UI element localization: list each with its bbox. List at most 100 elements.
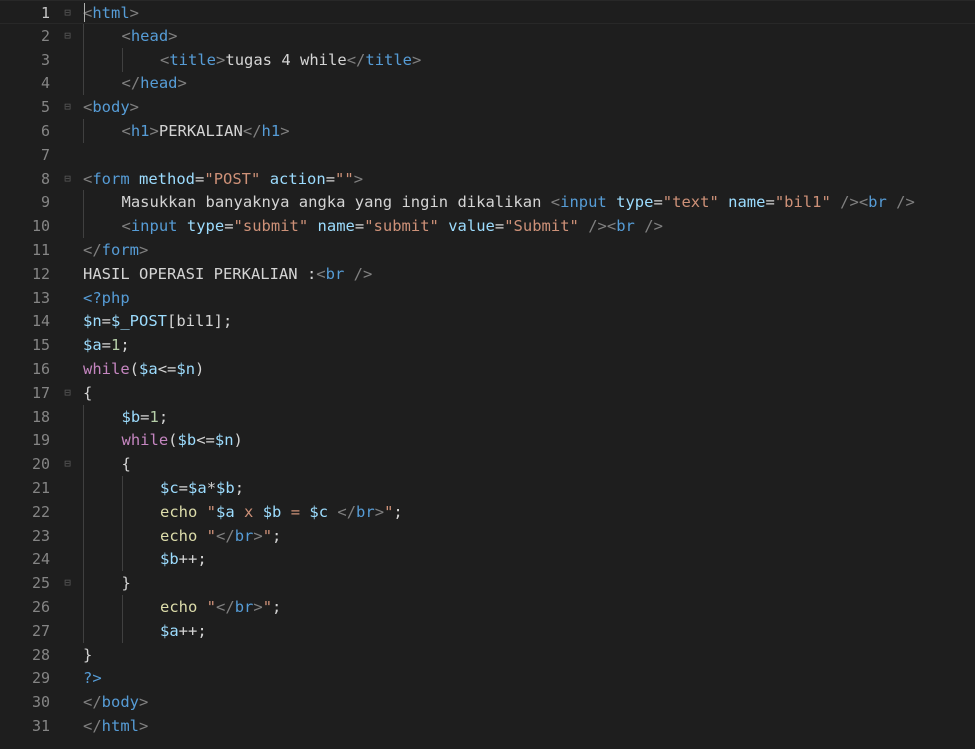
- code-editor[interactable]: 1 ⊟ <html> 2 ⊟ <head> 3 <title>tugas 4 while</t…: [0, 0, 975, 749]
- code-line[interactable]: 14 $n=$_POST[bil1];: [0, 309, 975, 333]
- code-token: ): [233, 431, 243, 450]
- code-line[interactable]: 17 ⊟ {: [0, 381, 975, 405]
- code-token: 1: [149, 407, 159, 426]
- code-line[interactable]: 25 ⊟}: [0, 571, 975, 596]
- line-number: 6: [40, 122, 50, 140]
- code-token: =: [178, 479, 189, 497]
- code-text: <html>: [83, 1, 139, 25]
- code-line[interactable]: 3 <title>tugas 4 while</title>: [0, 47, 975, 72]
- code-line[interactable]: 19 while($b<=$n): [0, 428, 975, 453]
- line-number: 20: [31, 455, 50, 474]
- fold-toggle-icon[interactable]: ⊟: [62, 95, 73, 119]
- code-token: =: [494, 217, 505, 236]
- fold-toggle-icon[interactable]: ⊟: [62, 1, 73, 25]
- code-token: =: [325, 169, 336, 188]
- code-token: title: [365, 50, 413, 69]
- code-token: </: [216, 526, 235, 545]
- code-line[interactable]: 13 <?php: [0, 286, 975, 310]
- fold-toggle-icon[interactable]: ⊟: [62, 452, 73, 476]
- indent-guide: [83, 47, 84, 72]
- code-token: ": [206, 598, 217, 616]
- code-token: </: [242, 122, 262, 140]
- line-number: 10: [31, 217, 50, 236]
- indent-guide: [121, 595, 123, 619]
- indent-guide: [83, 71, 84, 96]
- code-line[interactable]: 27 $a++;: [0, 618, 975, 643]
- code-token: >: [129, 98, 140, 117]
- code-line[interactable]: 7: [0, 143, 975, 167]
- code-line[interactable]: 30 </body>: [0, 690, 975, 714]
- code-text: $a=1;: [83, 333, 130, 357]
- code-token: (: [168, 431, 178, 450]
- code-line[interactable]: 31 </html>: [0, 714, 975, 738]
- code-line[interactable]: 11 </form>: [0, 238, 975, 262]
- code-token: {: [121, 455, 131, 474]
- code-line[interactable]: 2 ⊟ <head>: [0, 23, 975, 48]
- code-token: ;: [272, 526, 282, 545]
- code-line[interactable]: 18 $b=1;: [0, 404, 975, 429]
- fold-toggle-icon[interactable]: ⊟: [62, 571, 73, 595]
- code-line[interactable]: 23 echo "</br>";: [0, 523, 975, 548]
- line-number: 15: [31, 336, 50, 355]
- code-token: =: [195, 169, 205, 188]
- line-number: 24: [31, 550, 50, 569]
- code-line[interactable]: 24 $b++;: [0, 547, 975, 572]
- code-token: ": [206, 526, 217, 545]
- code-token: >: [177, 74, 187, 93]
- code-text: {: [83, 381, 92, 405]
- code-text: <title>tugas 4 while</title>: [160, 48, 421, 72]
- code-line[interactable]: 15 $a=1;: [0, 333, 975, 357]
- code-line[interactable]: 8 ⊟ <form method="POST" action="">: [0, 167, 975, 191]
- code-line[interactable]: 20 ⊟ {: [0, 452, 975, 477]
- code-token: </: [337, 502, 357, 521]
- code-text: $b++;: [160, 547, 207, 571]
- code-token: "": [335, 169, 354, 188]
- code-line[interactable]: 4 </head>: [0, 71, 975, 96]
- code-line[interactable]: 1 ⊟ <html>: [0, 0, 975, 24]
- code-token: =: [653, 193, 663, 212]
- code-line[interactable]: 29 ?>: [0, 666, 975, 690]
- code-token: ;: [272, 598, 282, 616]
- code-line[interactable]: 21 $c=$a*$b;: [0, 476, 975, 500]
- code-line[interactable]: 16 while($a<=$n): [0, 357, 975, 381]
- code-line[interactable]: 28}: [0, 643, 975, 667]
- code-line[interactable]: 12 HASIL OPERASI PERKALIAN :<br />: [0, 262, 975, 286]
- code-token: input: [130, 217, 178, 236]
- indent-guide: [121, 499, 123, 524]
- code-token: >: [253, 526, 263, 545]
- code-token: ": [262, 526, 273, 545]
- indent-guide: [83, 214, 84, 239]
- code-token: >: [168, 26, 178, 45]
- code-token: <?php: [83, 288, 130, 307]
- line-number: 26: [31, 598, 50, 616]
- code-token: (: [129, 360, 140, 378]
- code-line[interactable]: 5 ⊟ <body>: [0, 95, 975, 119]
- code-token: 1: [111, 336, 121, 355]
- code-token: ): [195, 360, 205, 378]
- code-text: </form>: [83, 238, 148, 262]
- code-token: action: [269, 169, 326, 188]
- code-text: ?>: [83, 666, 102, 690]
- code-token: tugas 4 while: [225, 50, 347, 69]
- code-text: HASIL OPERASI PERKALIAN :<br />: [83, 262, 372, 286]
- code-token: "submit": [233, 217, 309, 236]
- code-token: title: [169, 50, 217, 69]
- code-token: while: [121, 431, 169, 450]
- line-number: 8: [40, 169, 50, 188]
- fold-toggle-icon[interactable]: ⊟: [62, 167, 73, 191]
- code-text: Masukkan banyaknya angka yang ingin dika…: [122, 190, 915, 214]
- code-line[interactable]: 26 echo "</br>";: [0, 595, 975, 619]
- fold-toggle-icon[interactable]: ⊟: [62, 24, 73, 48]
- code-line[interactable]: 22 echo "$a x $b = $c </br>";: [0, 499, 975, 524]
- fold-toggle-icon[interactable]: ⊟: [62, 381, 73, 405]
- code-token: ;: [393, 502, 403, 521]
- code-line[interactable]: 9 Masukkan banyaknya angka yang ingin dik…: [0, 190, 975, 215]
- code-line[interactable]: 10 <input type="submit" name="submit" val…: [0, 214, 975, 239]
- code-text: echo "$a x $b = $c </br>";: [160, 500, 403, 524]
- code-token: "submit": [364, 217, 439, 236]
- code-token: <: [83, 98, 93, 117]
- code-token: =: [281, 502, 310, 521]
- code-line[interactable]: 6 <h1>PERKALIAN</h1>: [0, 119, 975, 143]
